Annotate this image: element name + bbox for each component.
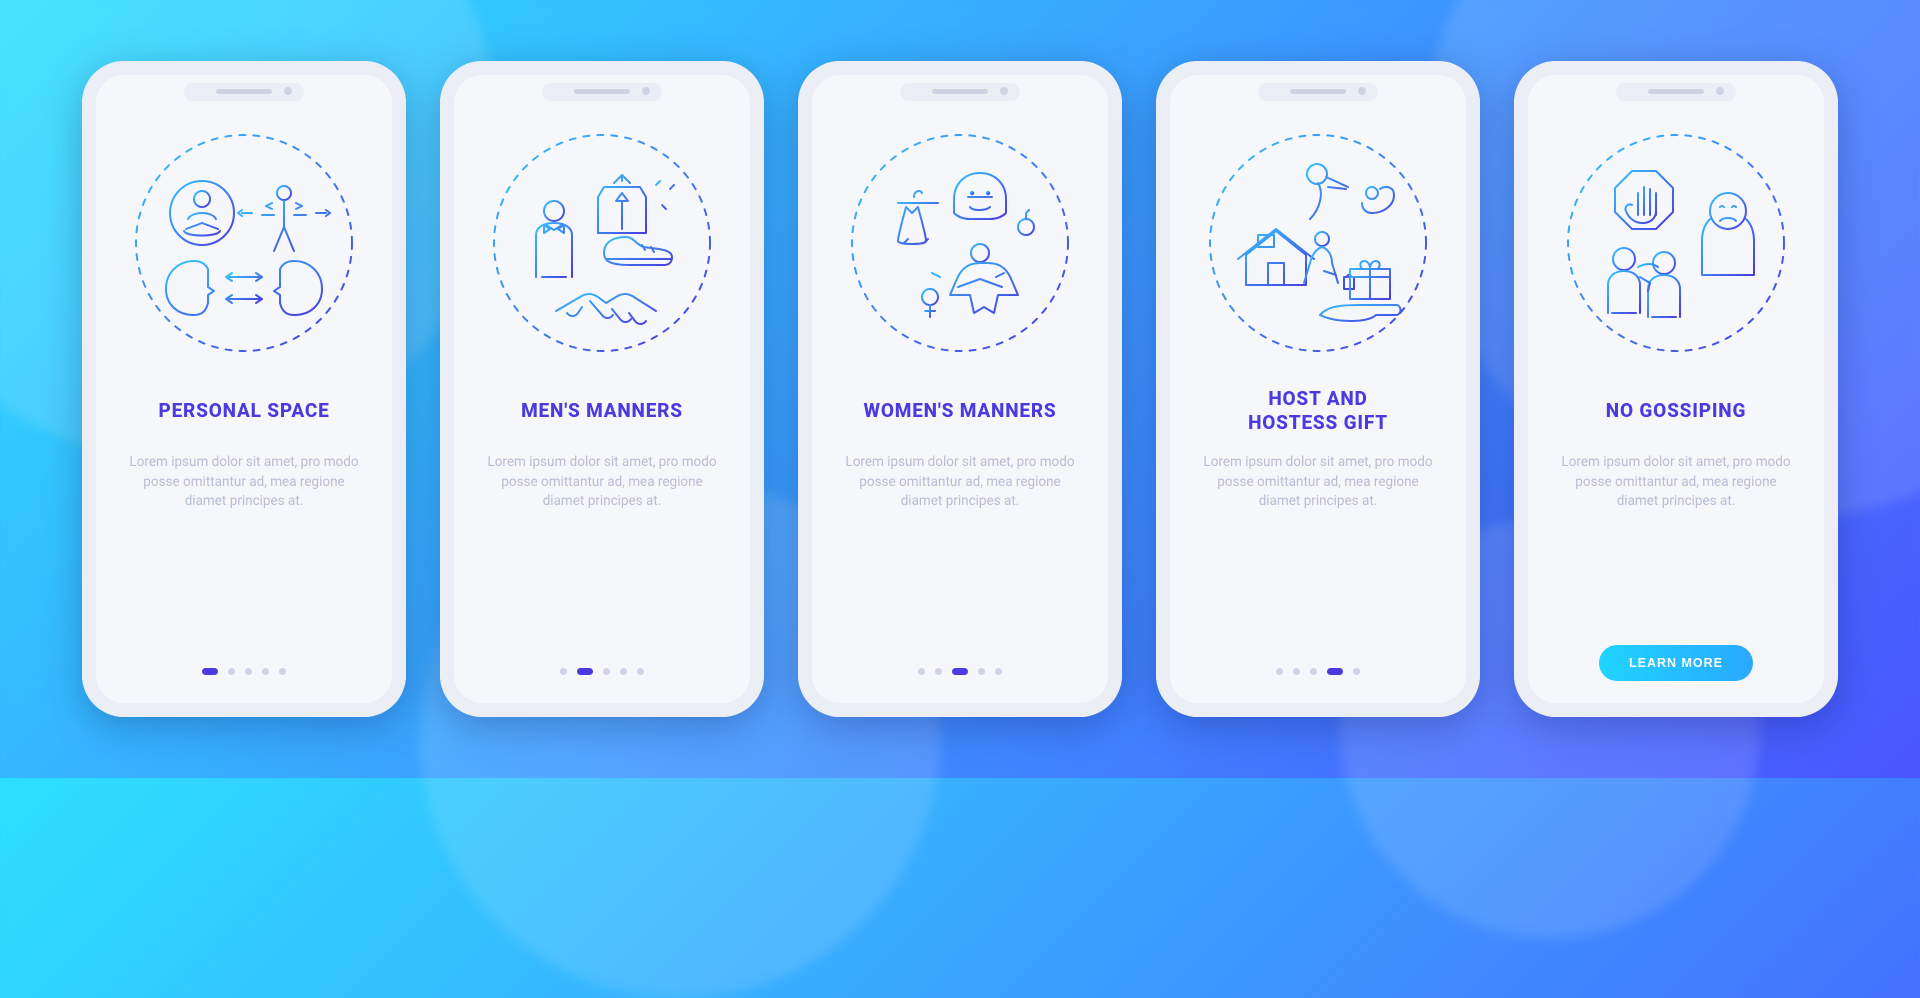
phone-camera [642,87,650,95]
page-dot[interactable] [1293,668,1300,675]
womens-manners-icon [844,127,1076,359]
page-dot[interactable] [1276,668,1283,675]
phone-speaker [216,89,272,94]
page-dot[interactable] [637,668,644,675]
screen-title: WOMEN'S MANNERS [863,387,1056,435]
pagination-dots [560,668,644,681]
no-gossiping-icon [1560,127,1792,359]
screen-body: Lorem ipsum dolor sit amet, pro modo pos… [1198,453,1438,512]
screen-body: Lorem ipsum dolor sit amet, pro modo pos… [840,453,1080,512]
pagination-dots [1276,668,1360,681]
page-dot[interactable] [918,668,925,675]
page-dot[interactable] [228,668,235,675]
page-dot[interactable] [279,668,286,675]
phone-camera [1716,87,1724,95]
screen-title: HOST AND HOSTESS GIFT [1248,387,1388,435]
mens-manners-icon [486,127,718,359]
page-dot[interactable] [262,668,269,675]
phone-speaker [1648,89,1704,94]
onboarding-screen-personal-space: PERSONAL SPACE Lorem ipsum dolor sit ame… [82,61,406,717]
pagination-dots [918,668,1002,681]
phone-speaker [932,89,988,94]
page-dot[interactable] [935,668,942,675]
page-dot[interactable] [995,668,1002,675]
page-dot-active[interactable] [202,668,218,675]
learn-more-button[interactable]: LEARN MORE [1599,645,1753,681]
page-dot-active[interactable] [577,668,593,675]
page-dot-active[interactable] [952,668,968,675]
page-dot[interactable] [1353,668,1360,675]
personal-space-icon [128,127,360,359]
phone-stage: PERSONAL SPACE Lorem ipsum dolor sit ame… [0,0,1920,778]
onboarding-screen-womens-manners: WOMEN'S MANNERS Lorem ipsum dolor sit am… [798,61,1122,717]
phone-speaker [574,89,630,94]
page-dot[interactable] [603,668,610,675]
host-gift-icon [1202,127,1434,359]
screen-title: NO GOSSIPING [1606,387,1746,435]
page-dot-active[interactable] [1327,668,1343,675]
phone-camera [284,87,292,95]
onboarding-screen-no-gossiping: NO GOSSIPING Lorem ipsum dolor sit amet,… [1514,61,1838,717]
screen-body: Lorem ipsum dolor sit amet, pro modo pos… [124,453,364,512]
page-dot[interactable] [560,668,567,675]
page-dot[interactable] [1310,668,1317,675]
pagination-dots [202,668,286,681]
phone-camera [1358,87,1366,95]
page-dot[interactable] [620,668,627,675]
page-dot[interactable] [978,668,985,675]
onboarding-screen-mens-manners: MEN'S MANNERS Lorem ipsum dolor sit amet… [440,61,764,717]
page-dot[interactable] [245,668,252,675]
screen-body: Lorem ipsum dolor sit amet, pro modo pos… [482,453,722,512]
screen-title: PERSONAL SPACE [158,387,329,435]
phone-camera [1000,87,1008,95]
onboarding-screen-host-gift: HOST AND HOSTESS GIFT Lorem ipsum dolor … [1156,61,1480,717]
screen-body: Lorem ipsum dolor sit amet, pro modo pos… [1556,453,1796,512]
phone-speaker [1290,89,1346,94]
screen-title: MEN'S MANNERS [521,387,683,435]
